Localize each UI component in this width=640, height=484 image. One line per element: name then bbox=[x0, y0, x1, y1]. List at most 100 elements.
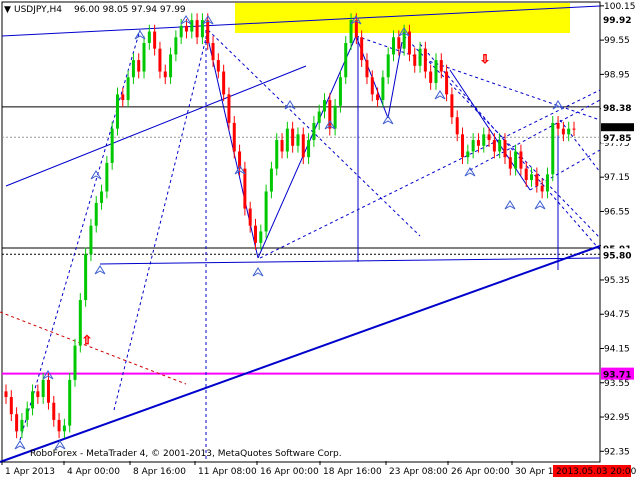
candle-body bbox=[52, 402, 56, 420]
candle-body bbox=[450, 94, 454, 118]
candle-body bbox=[530, 174, 534, 181]
candle-body bbox=[174, 37, 178, 55]
price-labels: 99.9298.3897.9997.8595.9195.8093.71 bbox=[601, 12, 634, 381]
chart-svg: 100.1599.5598.9598.3597.7597.1596.5595.9… bbox=[0, 1, 637, 477]
candle-body bbox=[466, 151, 470, 158]
candle-body bbox=[163, 71, 167, 78]
candle-body bbox=[222, 71, 226, 95]
y-tick-label: 94.15 bbox=[604, 344, 630, 354]
candle-body bbox=[73, 345, 77, 380]
candle-body bbox=[248, 208, 252, 226]
candle-body bbox=[25, 408, 29, 420]
y-tick-label: 100.15 bbox=[604, 2, 636, 12]
candle-body bbox=[535, 174, 539, 186]
price-label: 97.85 bbox=[603, 134, 631, 144]
price-label: 98.38 bbox=[603, 104, 631, 114]
last-time-label: 2013.05.03 20:00 bbox=[556, 467, 637, 477]
candle-body bbox=[131, 60, 135, 78]
candle-body bbox=[572, 128, 576, 130]
candle-body bbox=[264, 191, 268, 232]
candle-body bbox=[184, 25, 188, 32]
y-tick-label: 97.15 bbox=[604, 173, 630, 183]
candle-body bbox=[36, 391, 40, 398]
candle-body bbox=[508, 157, 512, 169]
candle-body bbox=[195, 20, 199, 38]
x-tick-label: 8 Apr 16:00 bbox=[133, 467, 186, 477]
candle-body bbox=[62, 425, 66, 432]
candle-body bbox=[514, 151, 518, 169]
y-tick-label: 96.55 bbox=[604, 207, 630, 217]
candle-body bbox=[376, 94, 380, 101]
y-axis: 100.1599.5598.9598.3597.7597.1596.5595.9… bbox=[600, 2, 636, 457]
y-tick-label: 94.75 bbox=[604, 310, 630, 320]
price-label: 99.92 bbox=[603, 16, 631, 26]
candle-body bbox=[328, 100, 332, 129]
candle-body bbox=[323, 100, 327, 112]
x-tick-label: 16 Apr 00:00 bbox=[260, 467, 319, 477]
y-tick-label: 98.95 bbox=[604, 70, 630, 80]
ohlc-header: 96.00 98.05 97.94 97.99 bbox=[74, 5, 186, 15]
candle-body bbox=[243, 168, 247, 209]
candle-body bbox=[360, 37, 364, 61]
up-arrow-icon: ⇧ bbox=[82, 333, 92, 347]
candle-body bbox=[296, 134, 300, 146]
symbol-label: USDJPY,H4 bbox=[14, 5, 62, 15]
candle-body bbox=[344, 42, 348, 78]
candle-body bbox=[68, 379, 72, 426]
x-tick-label: 4 Apr 00:00 bbox=[67, 467, 120, 477]
candle-body bbox=[216, 60, 220, 72]
window-menu-icon[interactable]: ▼ bbox=[4, 5, 11, 15]
candle-body bbox=[551, 122, 555, 175]
watermark: RoboForex - MetaTrader 4, © 2001-2013, M… bbox=[30, 449, 342, 459]
candle-body bbox=[556, 122, 560, 129]
candle-body bbox=[545, 174, 549, 192]
candle-body bbox=[333, 105, 337, 129]
y-tick-label: 92.95 bbox=[604, 413, 630, 423]
candle-body bbox=[253, 225, 257, 243]
candle-body bbox=[94, 202, 98, 226]
candle-body bbox=[269, 168, 273, 192]
candle-body bbox=[503, 140, 507, 158]
candle-body bbox=[147, 31, 151, 43]
candle-body bbox=[46, 379, 50, 403]
price-label: 95.80 bbox=[603, 251, 631, 261]
candle-body bbox=[567, 128, 571, 135]
candle-body bbox=[41, 379, 45, 398]
candle-body bbox=[455, 117, 459, 135]
candle-body bbox=[482, 134, 486, 146]
candle-body bbox=[317, 111, 321, 123]
candle-body bbox=[312, 122, 316, 141]
candle-body bbox=[211, 42, 215, 61]
candle-body bbox=[413, 54, 417, 66]
candle-body bbox=[476, 140, 480, 146]
candle-body bbox=[392, 37, 396, 55]
candle-body bbox=[100, 191, 104, 203]
candle-body bbox=[275, 140, 279, 169]
candle-body bbox=[115, 94, 119, 129]
candle-body bbox=[153, 31, 157, 49]
candle-body bbox=[381, 77, 385, 101]
y-tick-label: 95.35 bbox=[604, 276, 630, 286]
candle-body bbox=[365, 60, 369, 78]
candle-body bbox=[110, 128, 114, 163]
chart: 100.1599.5598.9598.3597.7597.1596.5595.9… bbox=[0, 0, 640, 480]
candle-body bbox=[285, 128, 289, 152]
candle-body bbox=[126, 77, 130, 101]
candle-body bbox=[137, 60, 141, 72]
x-tick-label: 26 Apr 00:00 bbox=[451, 467, 510, 477]
candle-body bbox=[397, 37, 401, 49]
candle-body bbox=[227, 94, 231, 123]
x-tick-label: 11 Apr 08:00 bbox=[198, 467, 257, 477]
candle-body bbox=[461, 134, 465, 158]
candle-body bbox=[519, 151, 523, 169]
candle-body bbox=[386, 54, 390, 78]
candle-body bbox=[57, 419, 61, 432]
candle-body bbox=[561, 128, 565, 135]
candle-body bbox=[434, 60, 438, 83]
y-tick-label: 92.35 bbox=[604, 447, 630, 457]
candle-body bbox=[179, 25, 183, 38]
candle-body bbox=[423, 48, 427, 72]
candle-body bbox=[158, 48, 162, 72]
candle-body bbox=[445, 71, 449, 95]
candle-body bbox=[84, 254, 88, 300]
